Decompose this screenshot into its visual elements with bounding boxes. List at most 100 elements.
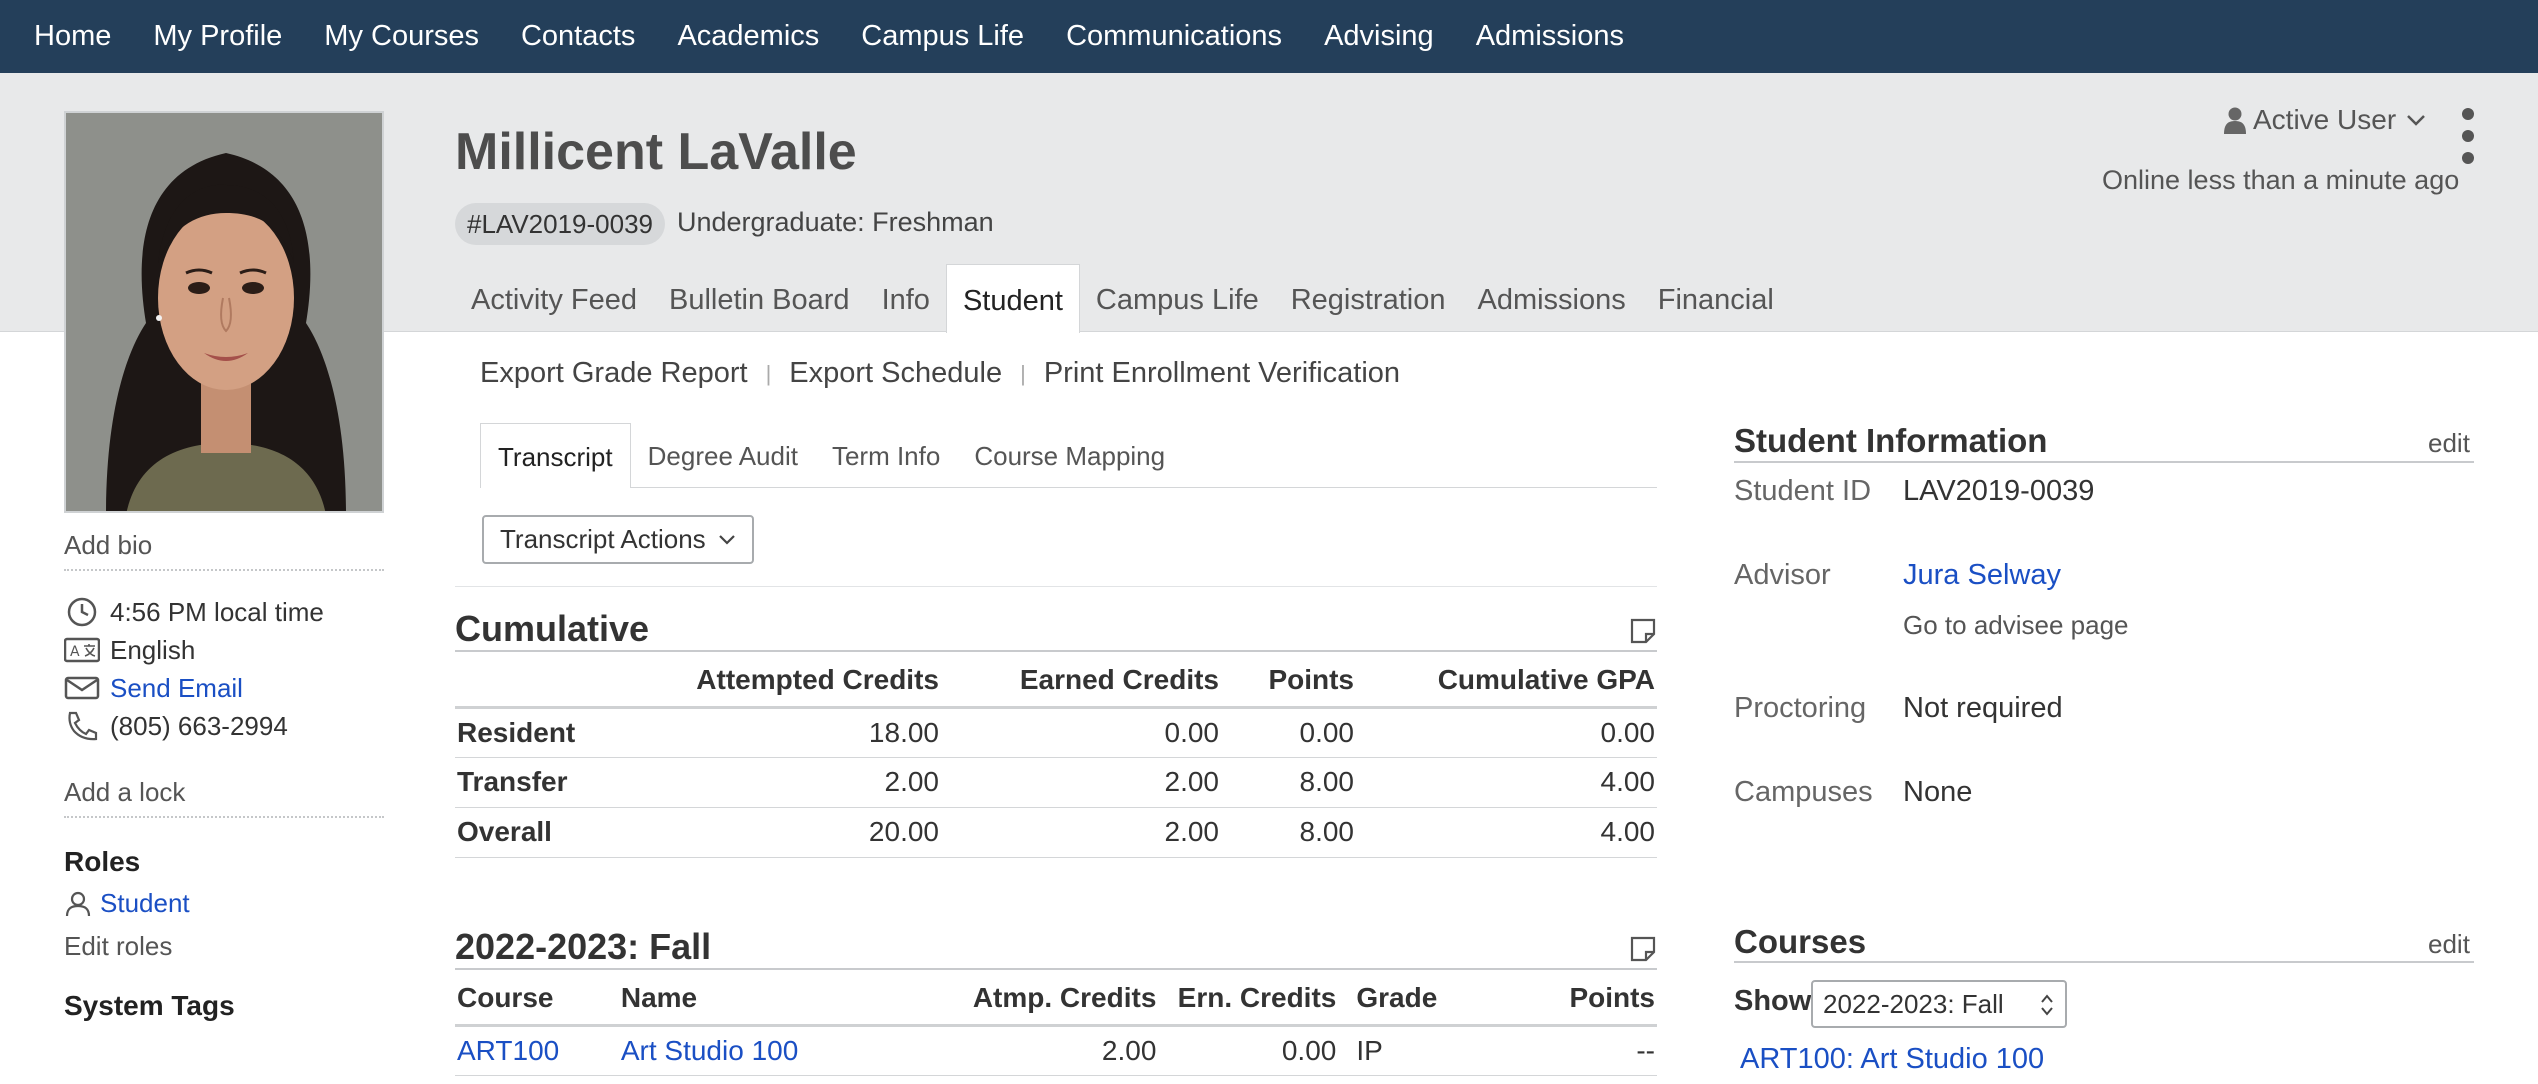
table-cell: 0.00 [1158, 1025, 1339, 1076]
proctoring-value: Not required [1903, 692, 2063, 724]
nav-communications[interactable]: Communications [1066, 20, 1282, 53]
more-options-icon[interactable] [2456, 108, 2480, 164]
column-header: Earned Credits [941, 655, 1221, 709]
envelope-icon [64, 676, 100, 700]
nav-advising[interactable]: Advising [1324, 20, 1434, 53]
table-cell: 2.00 [941, 757, 1221, 808]
chevron-down-icon [718, 534, 735, 545]
note-icon[interactable] [1630, 936, 1656, 962]
table-cell: 4.00 [1356, 757, 1657, 808]
nav-campus-life[interactable]: Campus Life [861, 20, 1024, 53]
local-time: 4:56 PM local time [110, 596, 324, 627]
table-header-row: Attempted Credits Earned Credits Points … [455, 655, 1657, 709]
export-grade-report-link[interactable]: Export Grade Report [480, 357, 748, 390]
advisor-label: Advisor [1734, 559, 1831, 591]
transcript-actions-label: Transcript Actions [500, 524, 706, 554]
student-id-label: Student ID [1734, 475, 1872, 507]
courses-rule [1734, 961, 2474, 963]
course-art100-link[interactable]: ART100: Art Studio 100 [1740, 1043, 2044, 1076]
portrait-image [66, 113, 382, 511]
table-row: Overall 20.00 2.00 8.00 4.00 [455, 807, 1657, 858]
table-cell: 18.00 [665, 707, 941, 758]
tab-admissions[interactable]: Admissions [1461, 264, 1641, 332]
person-icon [2224, 107, 2246, 134]
student-id-value: LAV2019-0039 [1903, 475, 2095, 507]
profile-sidebar: Add bio 4:56 PM local time A English Sen… [64, 530, 384, 1022]
select-arrows-icon [2041, 994, 2053, 1016]
table-cell: 2.00 [665, 757, 941, 808]
tab-campus-life[interactable]: Campus Life [1080, 264, 1275, 332]
language-row: A English [64, 631, 384, 669]
table-cell: 0.00 [941, 707, 1221, 758]
nav-admissions[interactable]: Admissions [1476, 20, 1624, 53]
tab-student[interactable]: Student [945, 264, 1080, 333]
courses-title: Courses [1734, 923, 1867, 960]
note-icon[interactable] [1630, 618, 1656, 644]
row-label: Transfer [455, 757, 665, 808]
top-navigation: Home My Profile My Courses Contacts Acad… [0, 0, 2538, 73]
table-cell: -- [1439, 1025, 1657, 1076]
profile-name: Millicent LaValle [455, 123, 857, 181]
edit-roles-link[interactable]: Edit roles [64, 931, 384, 962]
student-information-title: Student Information [1734, 422, 2048, 459]
action-separator: | [765, 360, 772, 386]
term-rule [455, 968, 1657, 970]
table-cell: 8.00 [1221, 757, 1356, 808]
tab-financial[interactable]: Financial [1642, 264, 1790, 332]
student-id-badge: #LAV2019-0039 [455, 203, 666, 245]
tab-activity-feed[interactable]: Activity Feed [455, 264, 653, 332]
column-header: Name [618, 973, 939, 1027]
student-info-rule [1734, 461, 2474, 463]
nav-home[interactable]: Home [34, 20, 111, 53]
term-select[interactable]: 2022-2023: Fall [1811, 980, 2067, 1028]
clock-icon [67, 597, 97, 627]
active-user-dropdown[interactable]: Active User [2223, 104, 2426, 136]
course-code-link[interactable]: ART100 [455, 1025, 619, 1076]
print-enrollment-verification-link[interactable]: Print Enrollment Verification [1044, 357, 1400, 390]
add-lock-link[interactable]: Add a lock [64, 777, 384, 818]
tab-bulletin-board[interactable]: Bulletin Board [653, 264, 866, 332]
subtab-transcript[interactable]: Transcript [480, 423, 631, 488]
nav-my-profile[interactable]: My Profile [153, 20, 282, 53]
action-separator: | [1020, 360, 1026, 386]
subtab-course-mapping[interactable]: Course Mapping [957, 423, 1182, 487]
show-label: Show [1734, 985, 1812, 1017]
email-row: Send Email [64, 669, 384, 707]
student-actions: Export Grade Report | Export Schedule | … [480, 357, 1400, 390]
subtab-degree-audit[interactable]: Degree Audit [631, 423, 815, 487]
table-cell: 2.00 [941, 807, 1221, 858]
svg-text:A: A [70, 644, 80, 660]
phone-row: (805) 663-2994 [64, 707, 384, 745]
add-bio-link[interactable]: Add bio [64, 530, 384, 571]
send-email-link[interactable]: Send Email [110, 673, 243, 704]
student-info-edit-link[interactable]: edit [2428, 428, 2470, 459]
tab-info[interactable]: Info [866, 264, 946, 332]
export-schedule-link[interactable]: Export Schedule [789, 357, 1002, 390]
column-header: Ern. Credits [1158, 973, 1339, 1027]
profile-photo[interactable] [64, 111, 384, 513]
table-row: ART100 Art Studio 100 2.00 0.00 IP -- [455, 1025, 1657, 1076]
nav-academics[interactable]: Academics [677, 20, 819, 53]
advisor-link[interactable]: Jura Selway [1903, 559, 2061, 592]
table-header-row: Course Name Atmp. Credits Ern. Credits G… [455, 973, 1657, 1027]
phone-number: (805) 663-2994 [110, 710, 288, 741]
system-tags-heading: System Tags [64, 990, 235, 1021]
tab-registration[interactable]: Registration [1275, 264, 1462, 332]
advisee-page-link[interactable]: Go to advisee page [1903, 610, 2129, 641]
section-divider [455, 586, 1657, 587]
campuses-value: None [1903, 776, 1973, 808]
transcript-actions-button[interactable]: Transcript Actions [482, 515, 754, 564]
subtab-term-info[interactable]: Term Info [815, 423, 957, 487]
nav-contacts[interactable]: Contacts [521, 20, 635, 53]
nav-my-courses[interactable]: My Courses [324, 20, 479, 53]
table-cell: 0.00 [1221, 707, 1356, 758]
column-header: Points [1221, 655, 1356, 709]
table-cell: 4.00 [1356, 807, 1657, 858]
user-outline-icon [65, 891, 91, 916]
column-header: Grade [1338, 973, 1440, 1027]
student-subtabs: Transcript Degree Audit Term Info Course… [480, 423, 1657, 488]
role-student[interactable]: Student [64, 888, 384, 919]
student-level: Undergraduate: Freshman [677, 207, 994, 237]
course-name-link[interactable]: Art Studio 100 [618, 1025, 939, 1076]
courses-edit-link[interactable]: edit [2428, 929, 2470, 960]
